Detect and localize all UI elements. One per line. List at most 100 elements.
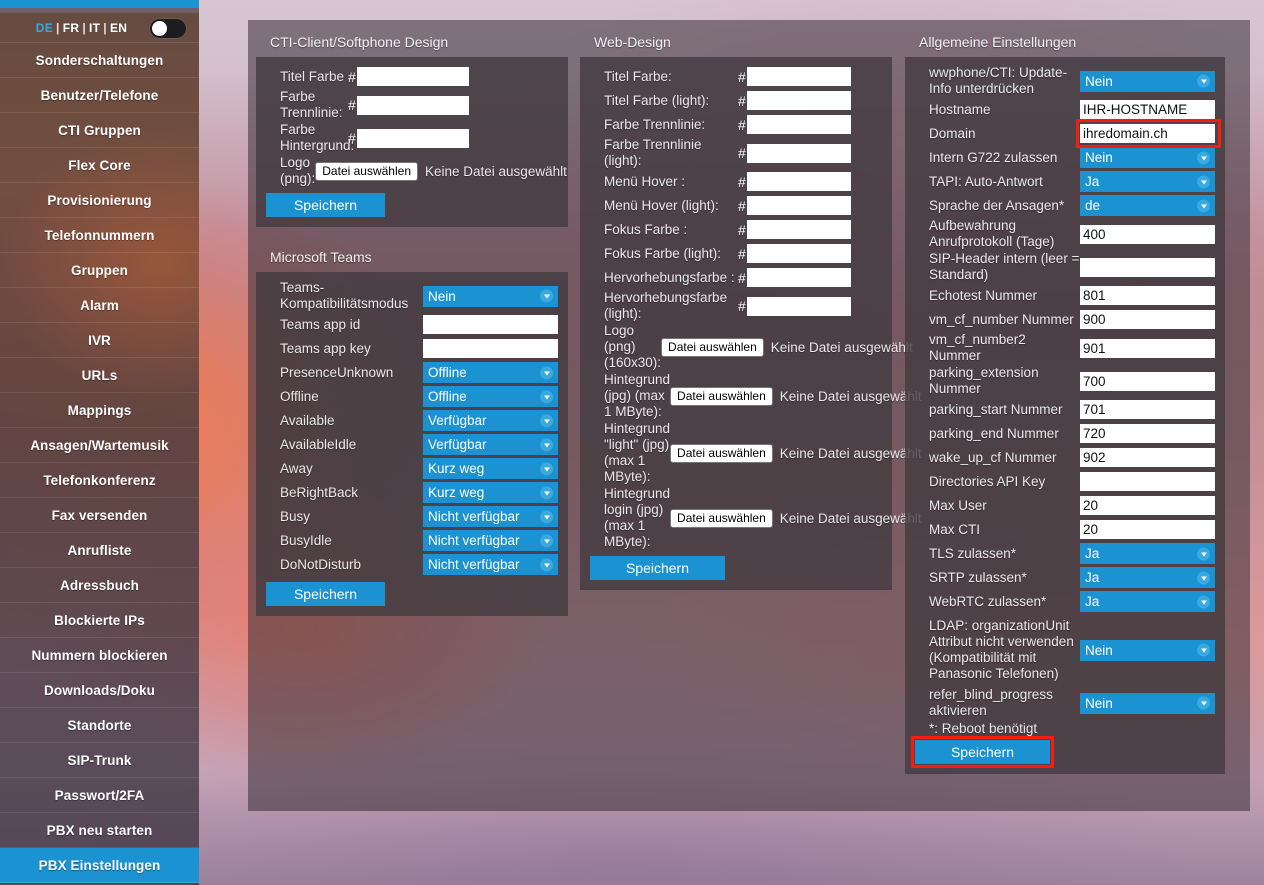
- file-select-button-hintegrund-jpg-max-1-mbyte[interactable]: Datei auswählen: [670, 387, 773, 406]
- select-webrtc-zulassen[interactable]: Ja: [1080, 591, 1215, 612]
- input-hervorhebungsfarbe[interactable]: [747, 268, 851, 287]
- input-parking-extension-nummer[interactable]: [1080, 372, 1215, 391]
- language-de[interactable]: DE: [36, 21, 53, 35]
- input-fokus-farbe-light[interactable]: [747, 244, 851, 263]
- sidebar-item-label: CTI Gruppen: [58, 123, 141, 138]
- input-hervorhebungsfarbe-light[interactable]: [747, 297, 851, 316]
- sidebar-item-benutzer-telefone[interactable]: Benutzer/Telefone: [0, 78, 199, 113]
- language-en[interactable]: EN: [110, 21, 127, 35]
- sidebar-item-provisionierung[interactable]: Provisionierung: [0, 183, 199, 218]
- sidebar-item-gruppen[interactable]: Gruppen: [0, 253, 199, 288]
- input-cti-titel-farbe[interactable]: [357, 67, 469, 86]
- sidebar-item-sip-trunk[interactable]: SIP-Trunk: [0, 743, 199, 778]
- sidebar-item-anrufliste[interactable]: Anrufliste: [0, 533, 199, 568]
- control-max-user: [1080, 496, 1215, 515]
- select-ldap-organizationunit-attribut-nicht-verwe[interactable]: Nein: [1080, 640, 1215, 661]
- select-intern-g722-zulassen[interactable]: Nein: [1080, 147, 1215, 168]
- input-sip-header-intern-leer-standard[interactable]: [1080, 258, 1215, 277]
- input-parking-start-nummer[interactable]: [1080, 400, 1215, 419]
- input-vm-cf-number2-nummer[interactable]: [1080, 339, 1215, 358]
- sidebar-item-ivr[interactable]: IVR: [0, 323, 199, 358]
- theme-toggle-switch[interactable]: [150, 19, 186, 38]
- input-cti-farbe-trennlinie[interactable]: [357, 96, 469, 115]
- file-select-button-hintegrund-light-jpg-max-1-mbyte[interactable]: Datei auswählen: [670, 444, 773, 463]
- sidebar-item-urls[interactable]: URLs: [0, 358, 199, 393]
- input-domain[interactable]: [1080, 124, 1215, 143]
- input-menue-hover-light[interactable]: [747, 196, 851, 215]
- input-directories-api-key[interactable]: [1080, 472, 1215, 491]
- input-aufbewahrung-anrufprotokoll-tage[interactable]: [1080, 225, 1215, 244]
- sidebar-item-label: Passwort/2FA: [55, 788, 145, 803]
- sidebar-item-flex-core[interactable]: Flex Core: [0, 148, 199, 183]
- sidebar-item-passwort-2fa[interactable]: Passwort/2FA: [0, 778, 199, 813]
- row-cti-titel-farbe: Titel Farbe #: [266, 65, 558, 88]
- file-select-button-hintegrund-login-jpg-max-1-mbyte[interactable]: Datei auswählen: [670, 509, 773, 528]
- select-available[interactable]: Verfügbar: [423, 410, 558, 431]
- sidebar-item-telefonkonferenz[interactable]: Telefonkonferenz: [0, 463, 199, 498]
- web-design-rows: Titel Farbe:#Titel Farbe (light):#Farbe …: [590, 65, 882, 550]
- input-max-user[interactable]: [1080, 496, 1215, 515]
- sidebar-item-sonderschaltungen[interactable]: Sonderschaltungen: [0, 43, 199, 78]
- select-wwphone-cti-update-info-unterdruecken[interactable]: Nein: [1080, 71, 1215, 92]
- select-presenceunknown[interactable]: Offline: [423, 362, 558, 383]
- sidebar-item-ansagen-wartemusik[interactable]: Ansagen/Wartemusik: [0, 428, 199, 463]
- input-farbe-trennlinie[interactable]: [747, 115, 851, 134]
- sidebar-item-downloads-doku[interactable]: Downloads/Doku: [0, 673, 199, 708]
- file-select-button-logo-png-160x30[interactable]: Datei auswählen: [661, 338, 764, 357]
- input-cti-farbe-hintergrund[interactable]: [357, 129, 469, 148]
- input-max-cti[interactable]: [1080, 520, 1215, 539]
- sidebar-item-adressbuch[interactable]: Adressbuch: [0, 568, 199, 603]
- label-available: Available: [266, 413, 423, 429]
- select-donotdisturb[interactable]: Nicht verfügbar: [423, 554, 558, 575]
- input-fokus-farbe[interactable]: [747, 220, 851, 239]
- select-availableidle[interactable]: Verfügbar: [423, 434, 558, 455]
- language-fr[interactable]: FR: [63, 21, 80, 35]
- input-wake-up-cf-nummer[interactable]: [1080, 448, 1215, 467]
- select-away[interactable]: Kurz weg: [423, 458, 558, 479]
- select-refer-blind-progress-aktivieren[interactable]: Nein: [1080, 693, 1215, 714]
- select-tls-zulassen[interactable]: Ja: [1080, 543, 1215, 564]
- input-titel-farbe[interactable]: [747, 67, 851, 86]
- language-it[interactable]: IT: [89, 21, 100, 35]
- sidebar-item-blockierte-ips[interactable]: Blockierte IPs: [0, 603, 199, 638]
- sidebar-item-label: PBX Einstellungen: [39, 858, 161, 873]
- chevron-down-icon: [1197, 547, 1210, 560]
- input-menue-hover[interactable]: [747, 172, 851, 191]
- control-webrtc-zulassen: Ja: [1080, 591, 1215, 612]
- sidebar-item-label: Nummern blockieren: [31, 648, 167, 663]
- chevron-down-icon: [540, 290, 553, 303]
- save-button-general[interactable]: Speichern: [915, 740, 1050, 764]
- sidebar-item-pbx-einstellungen[interactable]: PBX Einstellungen: [0, 848, 199, 883]
- select-busyidle[interactable]: Nicht verfügbar: [423, 530, 558, 551]
- select-sprache-der-ansagen[interactable]: de: [1080, 195, 1215, 216]
- input-parking-end-nummer[interactable]: [1080, 424, 1215, 443]
- select-offline[interactable]: Offline: [423, 386, 558, 407]
- input-echotest-nummer[interactable]: [1080, 286, 1215, 305]
- save-button-web[interactable]: Speichern: [590, 556, 725, 580]
- sidebar-item-mappings[interactable]: Mappings: [0, 393, 199, 428]
- sidebar-item-cti-gruppen[interactable]: CTI Gruppen: [0, 113, 199, 148]
- sidebar-item-nummern-blockieren[interactable]: Nummern blockieren: [0, 638, 199, 673]
- select-value-intern-g722-zulassen: Nein: [1085, 150, 1113, 165]
- select-tapi-auto-antwort[interactable]: Ja: [1080, 171, 1215, 192]
- sidebar-item-telefonnummern[interactable]: Telefonnummern: [0, 218, 199, 253]
- input-teams-app-id[interactable]: [423, 315, 558, 334]
- save-button-cti[interactable]: Speichern: [266, 193, 385, 217]
- input-teams-app-key[interactable]: [423, 339, 558, 358]
- input-hostname[interactable]: [1080, 100, 1215, 119]
- sidebar-item-pbx-neu-starten[interactable]: PBX neu starten: [0, 813, 199, 848]
- input-vm-cf-number-nummer[interactable]: [1080, 310, 1215, 329]
- input-titel-farbe-light[interactable]: [747, 91, 851, 110]
- label-wake-up-cf-nummer: wake_up_cf Nummer: [915, 450, 1080, 466]
- file-select-button-cti-logo[interactable]: Datei auswählen: [315, 162, 418, 181]
- sidebar-item-standorte[interactable]: Standorte: [0, 708, 199, 743]
- select-busy[interactable]: Nicht verfügbar: [423, 506, 558, 527]
- select-berightback[interactable]: Kurz weg: [423, 482, 558, 503]
- select-teams-kompat[interactable]: Nein: [423, 286, 558, 307]
- input-farbe-trennlinie-light[interactable]: [747, 144, 851, 163]
- teams-panel-title: Microsoft Teams: [256, 235, 576, 272]
- sidebar-item-alarm[interactable]: Alarm: [0, 288, 199, 323]
- select-srtp-zulassen[interactable]: Ja: [1080, 567, 1215, 588]
- sidebar-item-fax-versenden[interactable]: Fax versenden: [0, 498, 199, 533]
- save-button-teams[interactable]: Speichern: [266, 582, 385, 606]
